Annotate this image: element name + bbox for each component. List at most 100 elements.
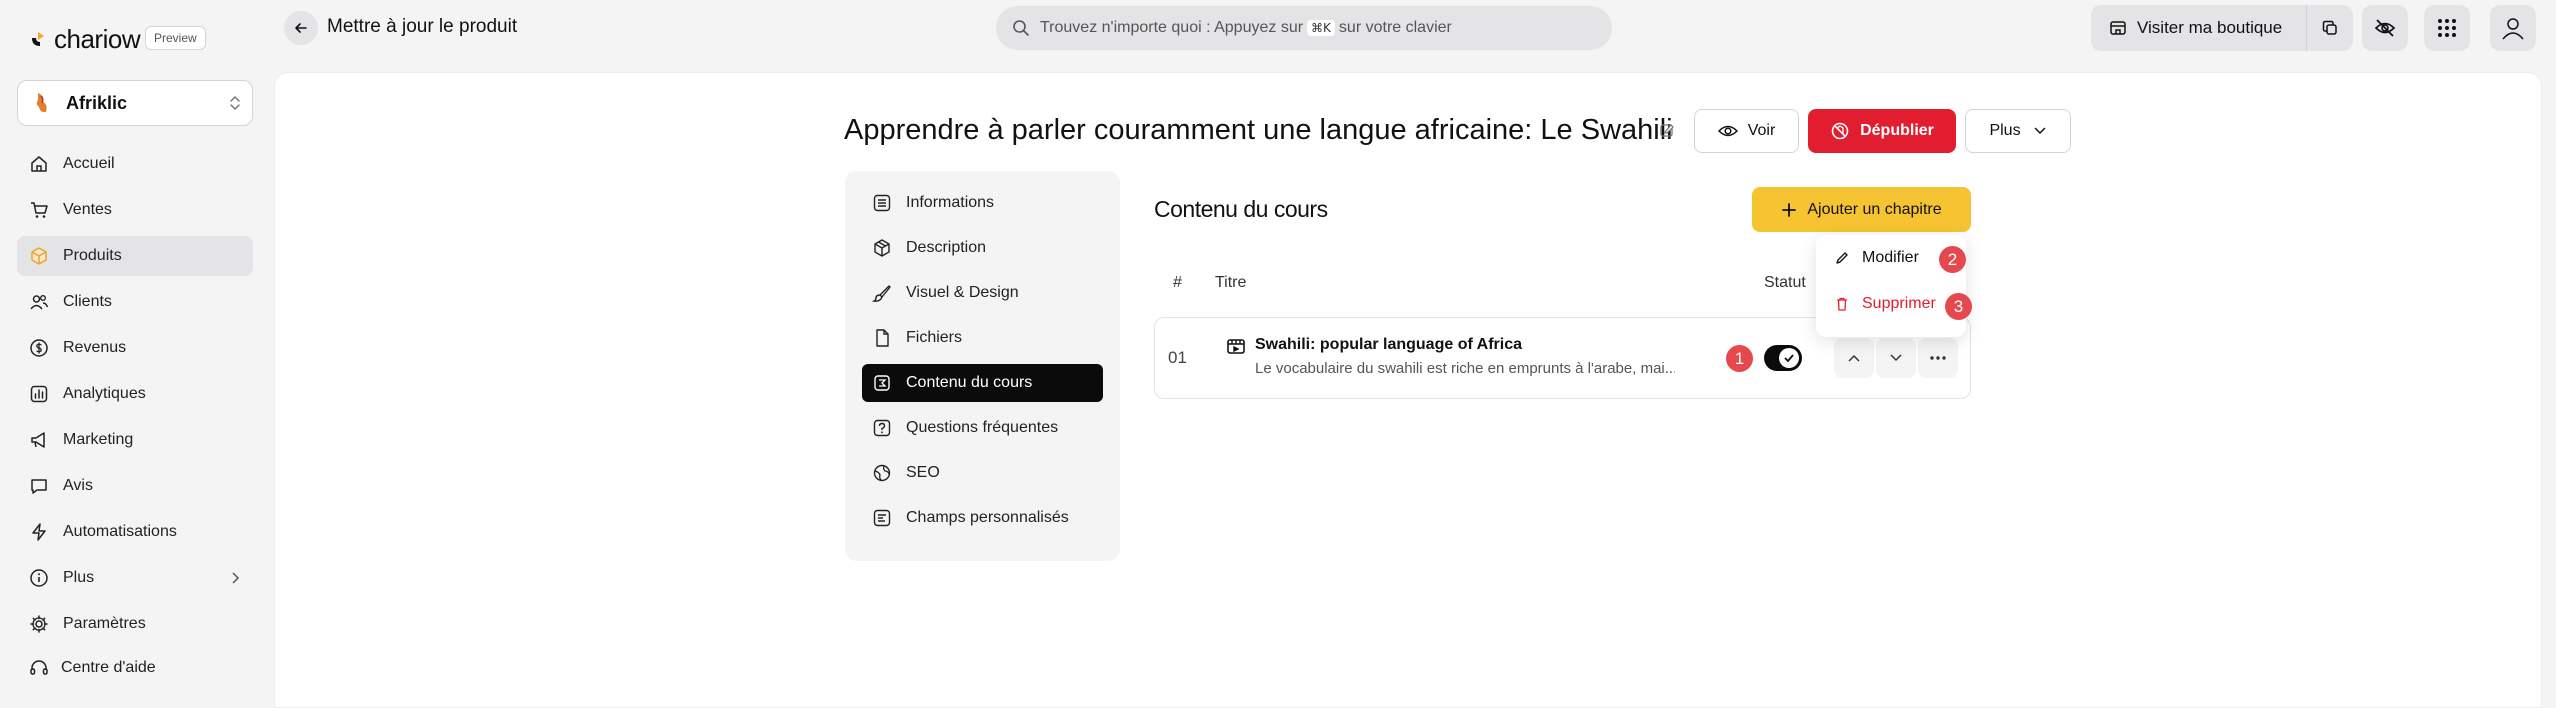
chat-icon xyxy=(31,479,47,494)
arrow-left-icon xyxy=(295,23,307,33)
tab-champs-personnalises[interactable]: Champs personnalisés xyxy=(862,499,1103,537)
dollar-icon xyxy=(30,339,48,357)
more-horizontal-icon xyxy=(1930,356,1946,360)
brand-logo[interactable]: chariow xyxy=(28,24,141,55)
trash-icon xyxy=(1837,297,1847,311)
step-badge-3: 3 xyxy=(1945,293,1972,320)
column-header-status: Statut xyxy=(1764,274,1806,291)
chapter-number: 01 xyxy=(1168,348,1187,367)
product-tabs: Informations Description Visuel & Design… xyxy=(845,171,1120,561)
bolt-icon xyxy=(32,523,46,541)
sidebar-item-ventes[interactable]: Ventes xyxy=(17,190,253,230)
sidebar-item-avis[interactable]: Avis xyxy=(17,466,253,506)
more-actions-button[interactable]: Plus xyxy=(1965,109,2071,153)
user-icon xyxy=(2502,18,2524,40)
tab-seo[interactable]: SEO xyxy=(862,454,1103,492)
add-chapter-button[interactable]: Ajouter un chapitre xyxy=(1752,187,1971,232)
cart-icon xyxy=(31,202,48,218)
storefront-icon xyxy=(2110,21,2126,35)
tab-visuel-design[interactable]: Visuel & Design xyxy=(862,274,1103,312)
apps-menu-button[interactable] xyxy=(2424,5,2470,51)
grid-icon xyxy=(2438,19,2456,37)
chapter-description: Le vocabulaire du swahili est riche en e… xyxy=(1255,360,1675,377)
sidebar-item-clients[interactable]: Clients xyxy=(17,282,253,322)
tab-informations[interactable]: Informations xyxy=(862,184,1103,222)
globe-icon xyxy=(873,464,891,482)
sidebar-item-marketing[interactable]: Marketing xyxy=(17,420,253,460)
unpublish-icon xyxy=(1831,122,1849,140)
unpublish-button[interactable]: Dépublier xyxy=(1808,109,1956,153)
sidebar-item-plus[interactable]: Plus xyxy=(17,558,253,598)
chart-icon xyxy=(30,385,48,403)
status-toggle[interactable] xyxy=(1764,345,1802,371)
menu-item-modifier[interactable]: Modifier xyxy=(1834,249,1919,267)
video-chapter-icon xyxy=(1227,339,1245,354)
move-down-button[interactable] xyxy=(1876,338,1916,378)
search-placeholder: Trouvez n'importe quoi : Appuyez sur ⌘K su… xyxy=(1040,19,1452,36)
page-title: Mettre à jour le produit xyxy=(327,16,518,37)
eye-icon xyxy=(1717,125,1738,137)
global-search[interactable]: Trouvez n'importe quoi : Appuyez sur ⌘K su… xyxy=(996,6,1612,50)
move-up-button[interactable] xyxy=(1834,338,1874,378)
gear-icon xyxy=(30,615,48,633)
box-icon xyxy=(31,247,47,265)
visit-store-button[interactable]: Visiter ma boutique xyxy=(2091,5,2308,51)
sidebar-item-accueil[interactable]: Accueil xyxy=(17,144,253,184)
view-button[interactable]: Voir xyxy=(1694,109,1799,153)
course-icon xyxy=(874,375,890,391)
tab-fichiers[interactable]: Fichiers xyxy=(862,319,1103,357)
sidebar-nav: Accueil Ventes Produits Clients Revenus … xyxy=(17,144,253,650)
check-icon xyxy=(1784,354,1794,363)
sidebar-item-analytiques[interactable]: Analytiques xyxy=(17,374,253,414)
toggle-knob xyxy=(1779,348,1799,368)
search-icon xyxy=(1013,20,1029,36)
visit-store-group: Visiter ma boutique xyxy=(2091,5,2354,51)
sidebar-item-automatisations[interactable]: Automatisations xyxy=(17,512,253,552)
user-avatar[interactable] xyxy=(2490,5,2536,51)
product-title: Apprendre à parler couramment une langue… xyxy=(844,114,1673,146)
chevron-right-icon xyxy=(232,572,240,584)
users-icon xyxy=(30,295,49,310)
top-bar: chariow Preview Mettre à jour le produit… xyxy=(0,0,2556,72)
store-selector[interactable]: Afriklic xyxy=(17,80,253,126)
section-title: Contenu du cours xyxy=(1154,196,1328,222)
chapter-title: Swahili: popular language of Africa xyxy=(1255,336,1522,353)
sidebar-item-produits[interactable]: Produits xyxy=(17,236,253,276)
shortcut-key: ⌘K xyxy=(1307,20,1335,36)
copy-icon xyxy=(2322,20,2337,35)
sidebar-item-parametres[interactable]: Paramètres xyxy=(17,604,253,644)
pencil-icon xyxy=(1836,252,1848,264)
column-header-title: Titre xyxy=(1215,274,1247,291)
step-badge-1: 1 xyxy=(1726,345,1753,372)
chevron-up-icon xyxy=(1848,354,1860,362)
chevron-down-icon xyxy=(1890,354,1902,362)
chevron-down-icon xyxy=(2034,127,2046,135)
plus-icon xyxy=(1782,202,1797,217)
question-icon xyxy=(873,419,891,437)
copy-link-button[interactable] xyxy=(2307,5,2353,51)
sidebar-item-revenus[interactable]: Revenus xyxy=(17,328,253,368)
back-button[interactable] xyxy=(284,11,318,45)
menu-item-supprimer[interactable]: Supprimer xyxy=(1834,295,1936,313)
list-icon xyxy=(873,194,891,212)
hide-preview-button[interactable] xyxy=(2362,5,2408,51)
package-icon xyxy=(874,239,890,257)
edit-title-icon[interactable] xyxy=(1659,122,1675,138)
help-center-link[interactable]: Centre d'aide xyxy=(29,658,156,678)
fields-icon xyxy=(873,509,891,527)
brush-icon xyxy=(872,285,891,302)
info-icon xyxy=(30,569,48,587)
tab-questions-frequentes[interactable]: Questions fréquentes xyxy=(862,409,1103,447)
tab-description[interactable]: Description xyxy=(862,229,1103,267)
chevron-updown-icon xyxy=(230,95,240,111)
megaphone-icon xyxy=(31,432,45,448)
row-options-button[interactable] xyxy=(1918,338,1958,378)
preview-badge: Preview xyxy=(145,26,206,50)
step-badge-2: 2 xyxy=(1939,246,1966,273)
store-name: Afriklic xyxy=(66,92,128,113)
home-icon xyxy=(31,156,47,172)
brand-name: chariow xyxy=(54,24,141,54)
column-header-num: # xyxy=(1173,274,1182,291)
headset-icon xyxy=(30,660,48,675)
tab-contenu-du-cours[interactable]: Contenu du cours xyxy=(862,364,1103,402)
